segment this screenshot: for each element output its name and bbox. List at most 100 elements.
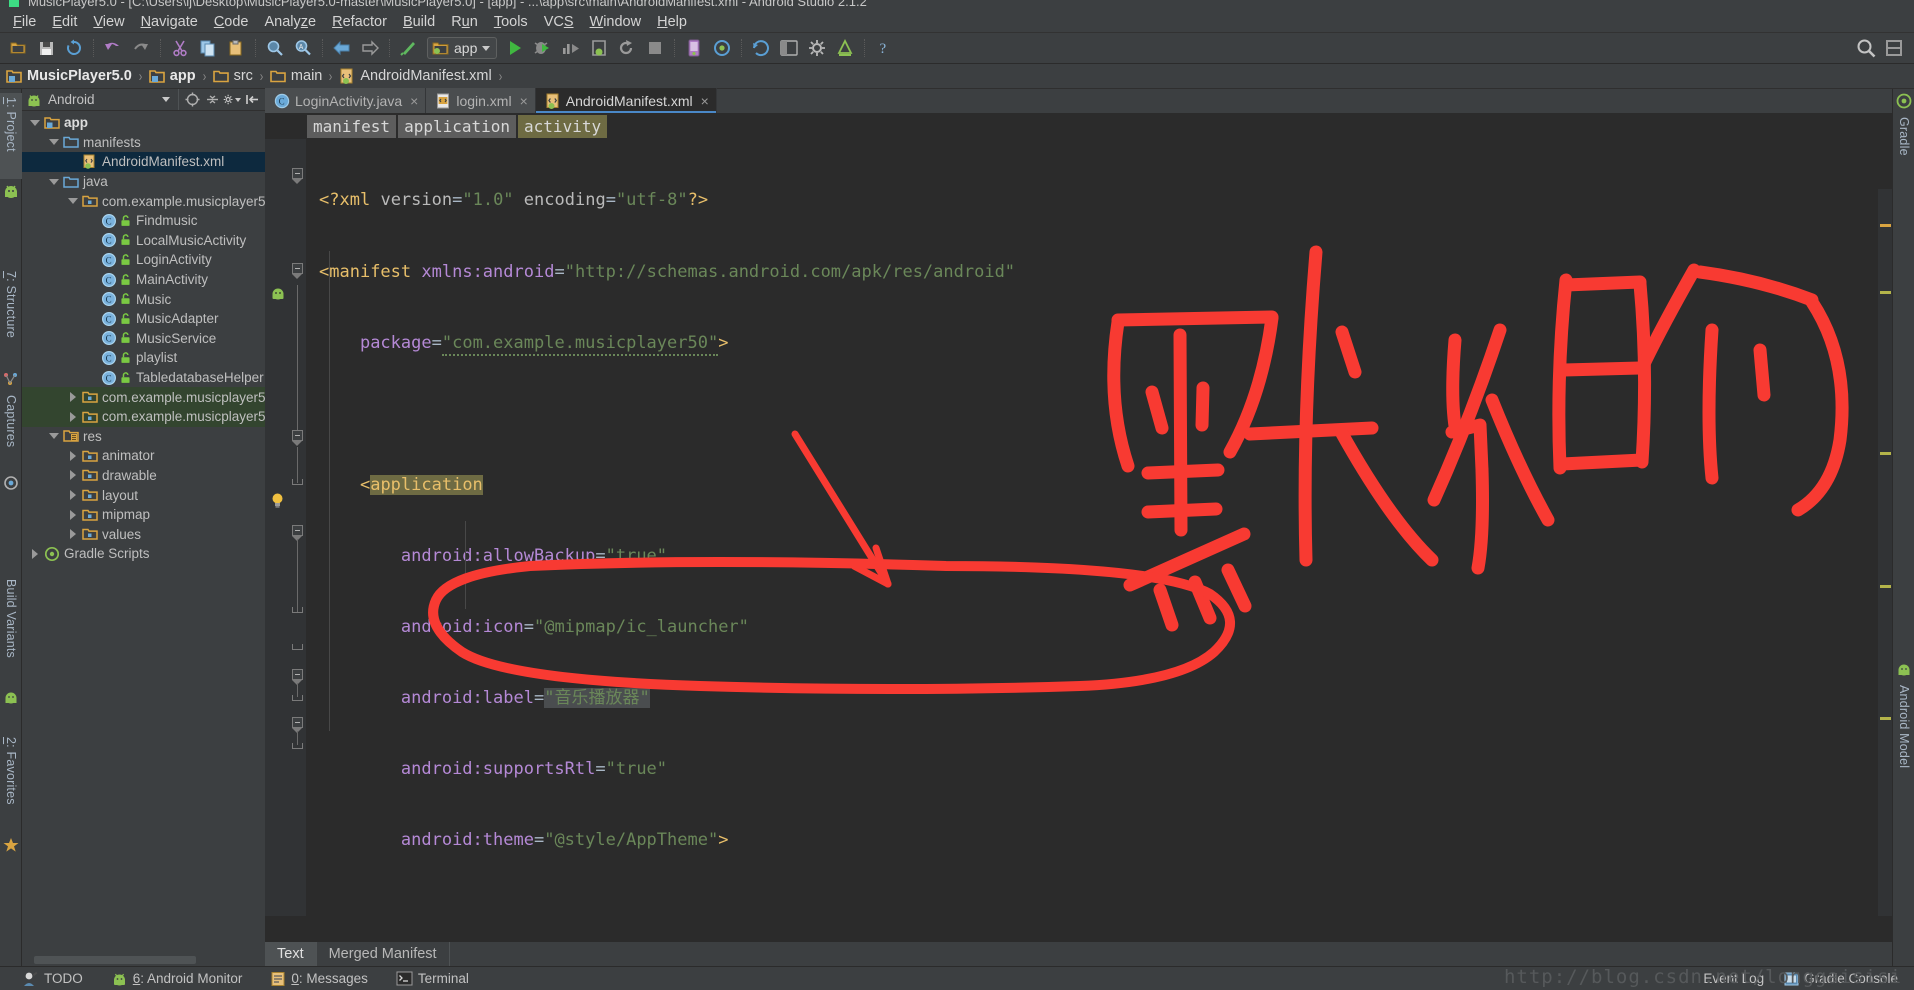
layout-inspector-icon[interactable] <box>1881 35 1907 61</box>
android-manifest-gutter-icon[interactable] <box>270 285 286 301</box>
paste-icon[interactable] <box>223 35 249 61</box>
menu-edit[interactable]: Edit <box>44 13 85 31</box>
tree-node[interactable]: com.example.musicplayer50 <box>22 387 265 407</box>
settings-gear-icon[interactable] <box>223 91 241 109</box>
chevron-right-icon[interactable] <box>66 509 79 520</box>
warning-marker[interactable] <box>1880 585 1891 588</box>
avd-manager-icon[interactable] <box>681 35 707 61</box>
tree-node[interactable]: Cplaylist <box>22 348 265 368</box>
settings-icon[interactable] <box>804 35 830 61</box>
breadcrumb-item-manifest[interactable]: AndroidManifest.xml <box>339 64 492 88</box>
stop-icon[interactable] <box>642 35 668 61</box>
sidebar-item-favorites[interactable]: 2: Favorites <box>0 733 22 833</box>
fold-marker-local-music[interactable] <box>292 669 303 680</box>
tree-node[interactable]: C Music <box>22 289 265 309</box>
tree-node[interactable]: C MusicService <box>22 329 265 349</box>
debug-icon[interactable] <box>530 35 556 61</box>
tree-node[interactable]: C TabledatabaseHelper <box>22 368 265 388</box>
tab-android-manifest-xml[interactable]: AndroidManifest.xml × <box>535 88 717 113</box>
search-everywhere-icon[interactable] <box>1853 35 1879 61</box>
build-icon[interactable] <box>396 35 422 61</box>
breadcrumb-item-main[interactable]: main <box>270 64 322 88</box>
tree-node[interactable]: C Findmusic <box>22 211 265 231</box>
fold-marker-manifest[interactable] <box>292 168 303 179</box>
hide-icon[interactable] <box>243 91 261 109</box>
warning-marker[interactable] <box>1880 717 1891 720</box>
code-editor[interactable]: <?xml version="1.0" encoding="utf-8"?> <… <box>265 139 1892 916</box>
menu-view[interactable]: View <box>85 13 132 31</box>
editor-marker-bar[interactable] <box>1878 189 1892 916</box>
breadcrumb-chip-manifest[interactable]: manifest <box>307 115 397 138</box>
tree-node[interactable]: manifests <box>22 133 265 153</box>
replace-icon[interactable]: A <box>290 35 316 61</box>
redo-icon[interactable] <box>128 35 154 61</box>
back-icon[interactable] <box>329 35 355 61</box>
sidebar-item-android-model[interactable]: Android Model <box>1893 681 1914 801</box>
run-icon[interactable] <box>502 35 528 61</box>
cut-icon[interactable] <box>167 35 193 61</box>
rerun-icon[interactable] <box>614 35 640 61</box>
sdk-manager-icon[interactable] <box>709 35 735 61</box>
save-all-icon[interactable] <box>33 35 59 61</box>
tree-node[interactable]: C MusicAdapter <box>22 309 265 329</box>
menu-window[interactable]: Window <box>582 13 650 31</box>
attach-debugger-icon[interactable] <box>586 35 612 61</box>
tree-node[interactable]: C LoginActivity <box>22 250 265 270</box>
collapse-all-icon[interactable] <box>203 91 221 109</box>
run-coverage-icon[interactable] <box>558 35 584 61</box>
chevron-down-icon[interactable] <box>235 97 241 102</box>
tree-node[interactable]: drawable <box>22 466 265 486</box>
tree-node[interactable]: com.example.musicplayer50 <box>22 406 265 427</box>
chevron-down-icon[interactable] <box>47 139 60 146</box>
project-horizontal-scrollbar[interactable] <box>22 954 265 966</box>
undo-icon[interactable] <box>100 35 126 61</box>
tab-login-activity-java[interactable]: C LoginActivity.java × <box>265 88 427 113</box>
menu-vcs[interactable]: VCS <box>536 13 582 31</box>
menu-refactor[interactable]: Refactor <box>324 13 395 31</box>
warning-marker[interactable] <box>1880 452 1891 455</box>
warning-marker[interactable] <box>1880 291 1891 294</box>
chevron-down-icon[interactable] <box>162 97 170 102</box>
intention-bulb-icon[interactable] <box>270 492 285 509</box>
breadcrumb-item-src[interactable]: src <box>212 64 253 88</box>
tree-node[interactable]: java <box>22 172 265 192</box>
tab-text[interactable]: Text <box>265 942 317 966</box>
menu-help[interactable]: Help <box>649 13 695 31</box>
tree-node[interactable]: app <box>22 113 265 133</box>
tree-node[interactable]: Gradle Scripts <box>22 544 265 564</box>
project-tree[interactable]: app manifests AndroidManifest.xml java com.e… <box>22 111 265 944</box>
status-gradle-console[interactable]: Gradle Console <box>1784 971 1898 986</box>
chevron-down-icon[interactable] <box>482 45 491 51</box>
chevron-down-icon[interactable] <box>28 119 41 126</box>
chevron-down-icon[interactable] <box>47 433 60 440</box>
close-icon[interactable]: × <box>701 93 709 109</box>
find-icon[interactable] <box>262 35 288 61</box>
gradle-sync-icon[interactable] <box>748 35 774 61</box>
breadcrumb-item-project[interactable]: MusicPlayer5.0 <box>6 64 132 88</box>
tree-node[interactable]: values <box>22 524 265 544</box>
fold-marker-intent-filter[interactable] <box>292 525 303 536</box>
tree-node[interactable]: layout <box>22 485 265 505</box>
copy-icon[interactable] <box>195 35 221 61</box>
sidebar-item-build-variants[interactable]: Build Variants <box>0 575 22 685</box>
tab-merged-manifest[interactable]: Merged Manifest <box>317 942 450 966</box>
sidebar-item-structure[interactable]: 7: Structure <box>0 267 22 367</box>
sidebar-item-gradle[interactable]: Gradle <box>1893 113 1914 175</box>
close-icon[interactable]: × <box>410 93 418 109</box>
open-project-icon[interactable] <box>5 35 31 61</box>
editor-gutter[interactable] <box>265 139 307 916</box>
tab-login-xml[interactable]: login.xml × <box>426 88 536 113</box>
help-icon[interactable]: ? <box>871 35 897 61</box>
chevron-right-icon[interactable] <box>66 490 79 501</box>
target-icon[interactable] <box>183 91 201 109</box>
status-todo[interactable]: TODO <box>22 971 83 987</box>
status-messages[interactable]: 0: Messages <box>270 971 368 987</box>
menu-navigate[interactable]: Navigate <box>133 13 206 31</box>
menu-file[interactable]: File <box>5 13 44 31</box>
breadcrumb-chip-application[interactable]: application <box>398 115 517 138</box>
chevron-right-icon[interactable] <box>66 411 79 422</box>
scrollbar-thumb[interactable] <box>34 956 196 964</box>
forward-icon[interactable] <box>357 35 383 61</box>
sdk-icon[interactable] <box>832 35 858 61</box>
menu-run[interactable]: Run <box>443 13 486 31</box>
